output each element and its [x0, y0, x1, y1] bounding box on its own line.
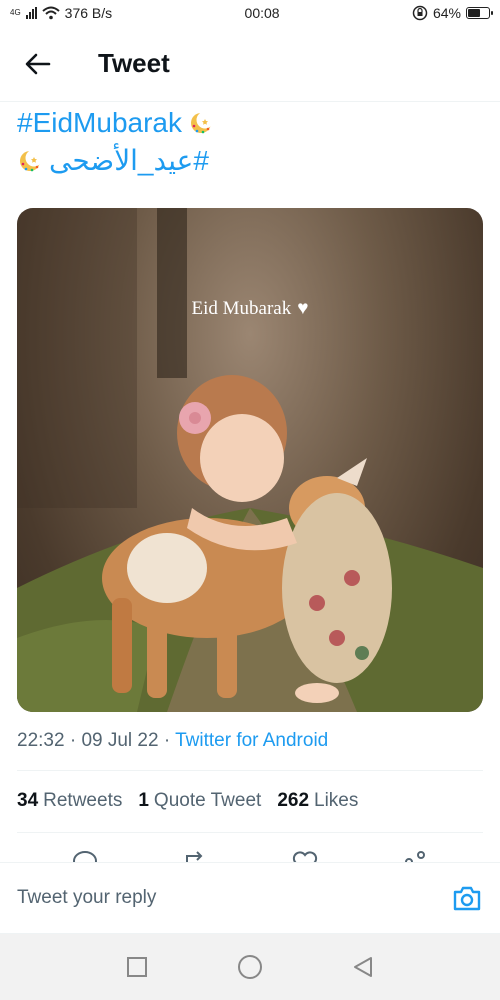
photo-illustration [17, 208, 483, 712]
likes-count: 262 [277, 790, 310, 811]
image-caption: Eid Mubarak ♥ [17, 298, 483, 320]
image-caption-text: Eid Mubarak [191, 298, 292, 319]
tweet-date: 09 Jul 22 [81, 730, 159, 751]
camera-icon [453, 886, 481, 911]
back-nav-button[interactable] [343, 947, 383, 987]
hashtag-eid-al-adha[interactable]: #عيد_الأضحى [49, 142, 209, 180]
network-speed: 376 B/s [64, 5, 113, 21]
network-type: 4G [10, 8, 21, 17]
like-button[interactable] [291, 848, 319, 862]
clock: 00:08 [244, 5, 280, 21]
retweets-count: 34 [17, 790, 39, 811]
crescent-moon-icon [20, 149, 43, 172]
likes-stat[interactable]: 262 Likes [277, 790, 358, 812]
arrow-left-icon [25, 53, 51, 74]
meta-separator: · [163, 730, 171, 751]
triangle-back-icon [354, 957, 373, 977]
divider [17, 770, 483, 771]
hashtag-line-ar: #عيد_الأضحى [17, 142, 483, 180]
tweet-actions [0, 848, 500, 862]
battery-icon [465, 7, 493, 19]
share-button[interactable] [401, 848, 429, 862]
retweet-icon [186, 851, 203, 862]
page-title: Tweet [98, 48, 170, 78]
quotes-count: 1 [138, 790, 149, 811]
retweet-button[interactable] [181, 848, 209, 862]
status-bar: 4G 376 B/s 00:08 64% [0, 0, 500, 26]
back-button[interactable] [18, 44, 58, 84]
tweet-image[interactable]: Eid Mubarak ♥ [17, 208, 483, 712]
heart-icon: ♥ [297, 298, 309, 319]
status-right: 64% [412, 5, 493, 21]
reply-input[interactable] [17, 887, 417, 909]
home-button[interactable] [230, 947, 270, 987]
crescent-moon-icon [190, 111, 214, 134]
battery-percent: 64% [432, 5, 461, 21]
hashtag-eidmubarak[interactable]: #EidMubarak [17, 104, 182, 142]
circle-icon [237, 955, 262, 979]
tweet-text: #EidMubarak #عيد_الأضحى [17, 104, 483, 180]
retweets-stat[interactable]: 34 Retweets [17, 790, 122, 812]
recents-button[interactable] [117, 947, 157, 987]
header: Tweet [0, 26, 500, 102]
divider [17, 832, 483, 833]
reply-icon [73, 851, 97, 862]
tweet-source-link[interactable]: Twitter for Android [175, 730, 328, 751]
system-nav-bar [0, 934, 500, 1000]
tweet-meta: 22:32 · 09 Jul 22 · Twitter for Android [17, 730, 328, 752]
tweet-stats: 34 Retweets 1 Quote Tweet 262 Likes [17, 790, 358, 812]
quotes-label: Quote Tweet [153, 790, 262, 811]
share-icon [405, 851, 425, 862]
hashtag-line-en: #EidMubarak [17, 104, 483, 142]
square-icon [126, 957, 147, 977]
likes-label: Likes [314, 790, 359, 811]
data-saver-icon [412, 5, 428, 21]
tweet-time: 22:32 [17, 730, 65, 751]
wifi-icon [42, 6, 60, 20]
status-left: 4G 376 B/s [10, 5, 112, 21]
quotes-stat[interactable]: 1 Quote Tweet [138, 790, 261, 812]
reply-bar [0, 862, 500, 934]
reply-button[interactable] [71, 848, 99, 862]
meta-separator: · [69, 730, 77, 751]
heart-outline-icon [292, 851, 318, 862]
retweets-label: Retweets [43, 790, 123, 811]
camera-button[interactable] [451, 882, 483, 914]
signal-icon [25, 7, 37, 19]
